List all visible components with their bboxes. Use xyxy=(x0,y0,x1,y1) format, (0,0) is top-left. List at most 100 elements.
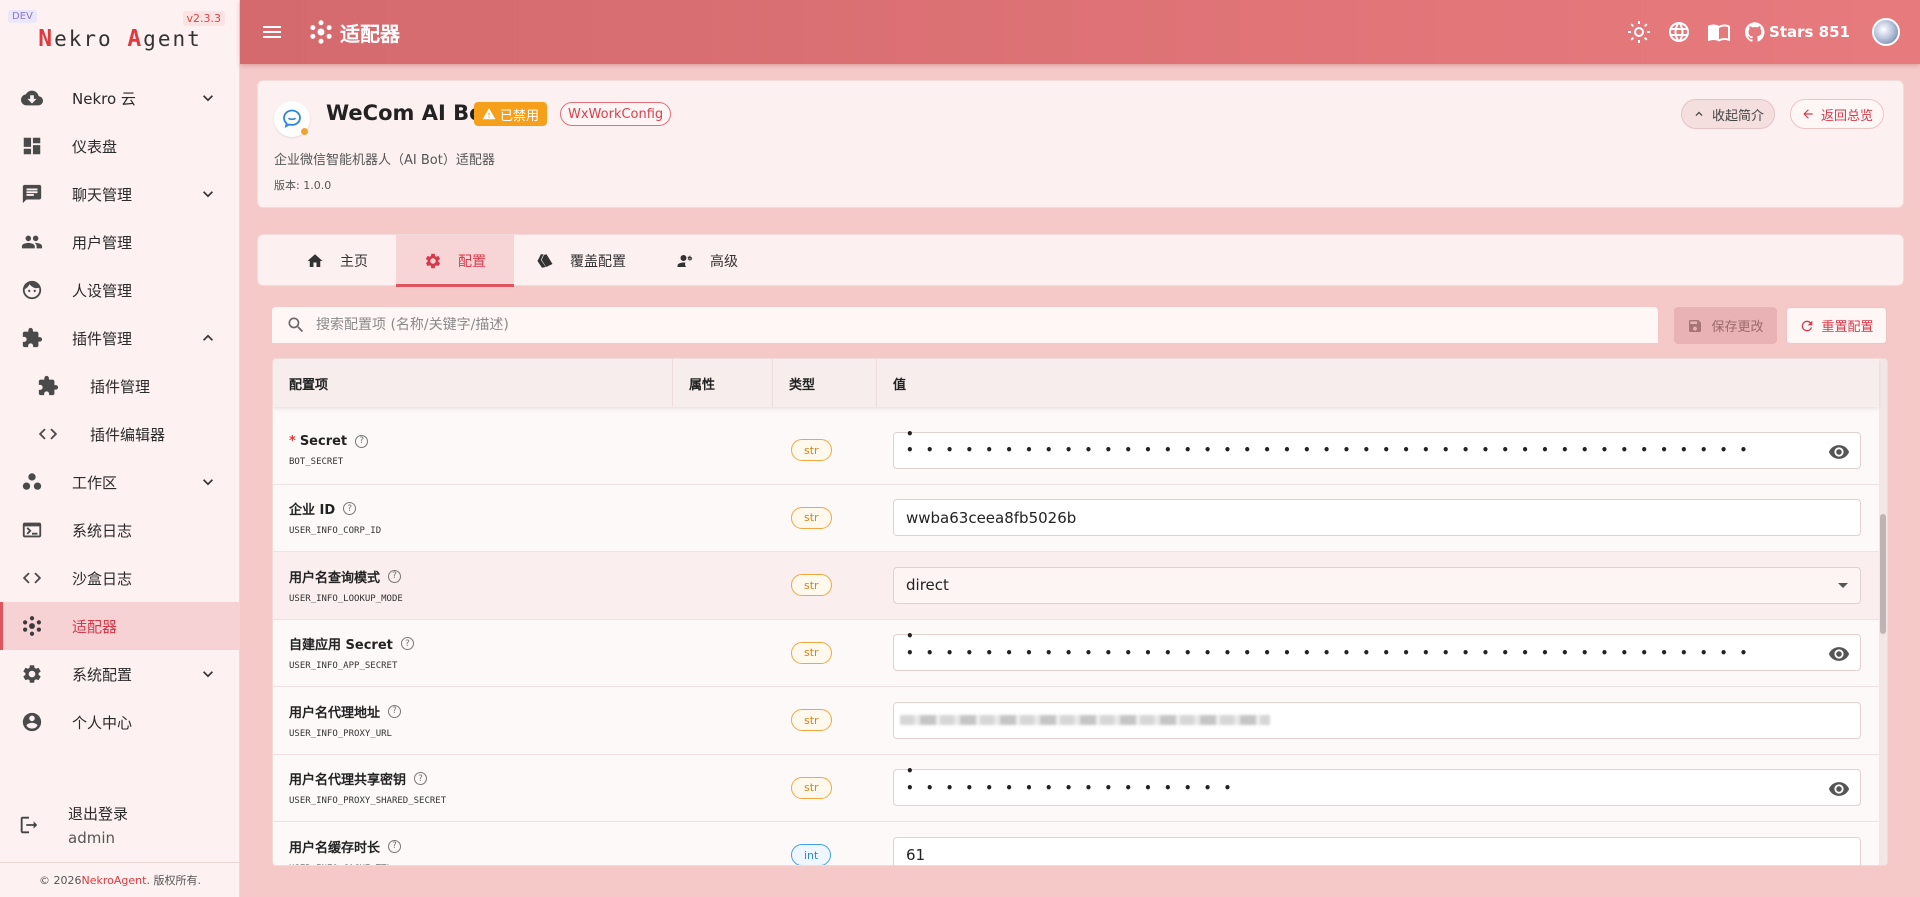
tab-home[interactable]: 主页 xyxy=(258,235,396,287)
adapter-tabs: 主页 配置 覆盖配置 高级 xyxy=(257,234,1904,287)
tab-config[interactable]: 配置 xyxy=(396,235,514,287)
cloud-download-icon xyxy=(20,86,44,110)
eye-icon[interactable] xyxy=(1828,643,1850,665)
save-icon xyxy=(1689,319,1702,332)
face-icon xyxy=(20,278,44,302)
workspace-icon xyxy=(20,470,44,494)
proxy-secret-field[interactable]: • • • • • • • • • • • • • • • • • xyxy=(893,764,1861,807)
table-header: 配置项 属性 类型 值 xyxy=(273,359,1879,407)
config-key: USER_INFO_APP_SECRET xyxy=(289,661,398,672)
eye-icon[interactable] xyxy=(1828,441,1850,463)
sidebar-item-sandbox-logs[interactable]: 沙盒日志 xyxy=(0,554,240,602)
sidebar-item-nekro-cloud[interactable]: Nekro 云 xyxy=(0,74,240,122)
sidebar-item-label: 适配器 xyxy=(72,617,118,636)
puzzle-icon xyxy=(36,374,60,398)
sidebar-item-system-logs[interactable]: 系统日志 xyxy=(0,506,240,554)
type-badge: str xyxy=(791,641,832,664)
type-badge: str xyxy=(791,506,832,529)
sidebar-item-dashboard[interactable]: 仪表盘 xyxy=(0,122,240,170)
table-row: * Secret? BOT_SECRET str • • • • • • • • … xyxy=(273,417,1879,485)
sidebar-item-label: Nekro 云 xyxy=(72,89,136,108)
required-marker: * xyxy=(289,433,296,449)
language-icon[interactable] xyxy=(1667,20,1691,44)
back-to-overview-button[interactable]: 返回总览 xyxy=(1790,99,1885,129)
config-key: USER_INFO_CORP_ID xyxy=(289,526,382,537)
config-search xyxy=(272,307,1658,344)
help-icon[interactable]: ? xyxy=(388,839,402,853)
help-icon[interactable]: ? xyxy=(355,434,369,448)
menu-icon[interactable] xyxy=(260,20,284,44)
hub-icon xyxy=(308,19,334,45)
scrollbar-thumb[interactable] xyxy=(1880,514,1886,634)
app-secret-field[interactable]: • • • • • • • • • • • • • • • • • • • • … xyxy=(893,629,1861,672)
sidebar-item-label: 聊天管理 xyxy=(72,185,133,204)
eye-icon[interactable] xyxy=(1828,778,1850,800)
help-icon[interactable]: ? xyxy=(400,637,414,651)
terminal-icon xyxy=(20,518,44,542)
type-badge: str xyxy=(791,709,832,732)
redacted-value xyxy=(900,715,1270,726)
proxy-url-field[interactable] xyxy=(893,701,1861,739)
sidebar-item-plugins[interactable]: 插件管理 xyxy=(0,314,240,362)
help-icon[interactable]: ? xyxy=(388,569,402,583)
puzzle-icon xyxy=(20,326,44,350)
sidebar-nav: Nekro 云 仪表盘 聊天管理 用户管理 人设管理 插件管理 插件管理 插件编… xyxy=(0,74,240,746)
secret-field[interactable]: • • • • • • • • • • • • • • • • • • • • … xyxy=(893,427,1861,469)
dev-badge: DEV xyxy=(8,10,37,23)
gear-icon xyxy=(20,662,44,686)
table-row: 企业 ID? USER_INFO_CORP_ID str wwba63ceea8… xyxy=(273,484,1879,552)
home-icon xyxy=(307,254,323,267)
lookup-mode-select[interactable]: direct xyxy=(893,566,1861,604)
reset-config-button[interactable]: 重置配置 xyxy=(1786,307,1887,344)
search-input[interactable] xyxy=(316,317,1616,333)
sidebar-item-plugin-manage[interactable]: 插件管理 xyxy=(0,362,240,410)
tab-override-config[interactable]: 覆盖配置 xyxy=(514,235,654,287)
code-icon xyxy=(20,566,44,590)
chevron-up-icon xyxy=(1695,111,1703,116)
sidebar-item-label: 插件管理 xyxy=(90,377,151,396)
topbar: 适配器 Stars 851 xyxy=(240,0,1920,64)
logout-button[interactable]: 退出登录 admin xyxy=(0,798,240,854)
sidebar-item-profile[interactable]: 个人中心 xyxy=(0,698,240,746)
version-badge: v2.3.3 xyxy=(182,11,225,26)
cache-ttl-field[interactable]: 61 xyxy=(893,836,1861,865)
page-title: 适配器 xyxy=(340,21,400,46)
table-row: 用户名代理共享密钥? USER_INFO_PROXY_SHARED_SECRET… xyxy=(273,754,1879,822)
help-icon[interactable]: ? xyxy=(388,704,402,718)
avatar[interactable] xyxy=(1872,18,1900,46)
corp-id-field[interactable]: wwba63ceea8fb5026b xyxy=(893,499,1861,537)
app-logo[interactable]: Nekro Agent xyxy=(0,26,240,52)
sidebar-item-chat[interactable]: 聊天管理 xyxy=(0,170,240,218)
docs-icon[interactable] xyxy=(1707,20,1731,44)
chevron-down-icon xyxy=(198,472,218,492)
sidebar-item-label: 沙盒日志 xyxy=(72,569,133,588)
account-icon xyxy=(20,710,44,734)
sidebar-item-workspace[interactable]: 工作区 xyxy=(0,458,240,506)
sidebar-item-label: 工作区 xyxy=(72,473,118,492)
help-icon[interactable]: ? xyxy=(343,502,357,516)
config-table: 配置项 属性 类型 值 * Secret? BOT_SECRET str • • … xyxy=(272,358,1888,866)
sidebar-item-adapters[interactable]: 适配器 xyxy=(0,602,240,650)
warning-icon xyxy=(482,108,496,120)
sidebar-item-personas[interactable]: 人设管理 xyxy=(0,266,240,314)
help-icon[interactable]: ? xyxy=(414,772,428,786)
cards-icon xyxy=(537,254,553,268)
config-name: 企业 ID xyxy=(289,503,336,519)
sidebar-item-label: 个人中心 xyxy=(72,713,133,732)
logout-icon xyxy=(18,814,42,838)
chevron-down-icon xyxy=(198,88,218,108)
config-name: Secret xyxy=(299,433,348,449)
github-stars-button[interactable]: Stars 851 xyxy=(1745,22,1850,42)
sidebar-item-label: 人设管理 xyxy=(72,281,133,300)
sidebar-item-system-config[interactable]: 系统配置 xyxy=(0,650,240,698)
save-changes-button[interactable]: 保存更改 xyxy=(1674,307,1777,344)
sidebar-item-label: 用户管理 xyxy=(72,233,133,252)
brand-link[interactable]: NekroAgent xyxy=(82,874,147,887)
collapse-intro-button[interactable]: 收起简介 xyxy=(1681,99,1776,129)
adapter-description: 企业微信智能机器人（AI Bot）适配器 xyxy=(274,153,495,168)
table-scrollbar[interactable] xyxy=(1879,359,1887,865)
sidebar-item-users[interactable]: 用户管理 xyxy=(0,218,240,266)
theme-toggle-icon[interactable] xyxy=(1627,20,1651,44)
tab-advanced[interactable]: 高级 xyxy=(654,235,766,287)
sidebar-item-plugin-editor[interactable]: 插件编辑器 xyxy=(0,410,240,458)
